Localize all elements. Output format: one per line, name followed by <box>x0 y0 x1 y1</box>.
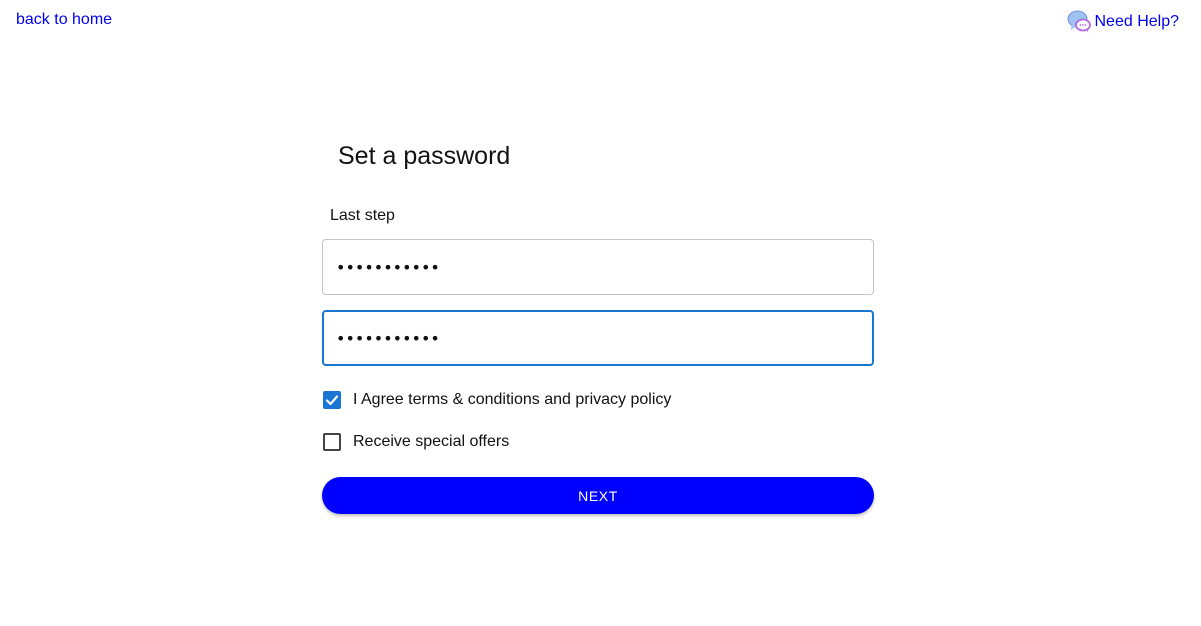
agree-terms-label: I Agree terms & conditions and privacy p… <box>353 391 672 408</box>
step-subtitle: Last step <box>330 207 395 224</box>
need-help-link[interactable]: Need Help? <box>1067 9 1180 34</box>
checkmark-icon <box>325 395 339 406</box>
set-password-page: back to home Need Help? Set a password L… <box>0 0 1201 626</box>
special-offers-label: Receive special offers <box>353 433 510 450</box>
special-offers-row[interactable]: Receive special offers <box>322 430 874 454</box>
password-field[interactable] <box>322 239 874 295</box>
password-form: Set a password Last step I Agree terms &… <box>322 135 874 514</box>
agree-terms-checkbox[interactable] <box>323 391 341 409</box>
agree-terms-row[interactable]: I Agree terms & conditions and privacy p… <box>322 388 874 412</box>
page-title: Set a password <box>338 142 511 170</box>
confirm-password-field[interactable] <box>322 310 874 366</box>
special-offers-checkbox[interactable] <box>323 433 341 451</box>
next-button[interactable]: NEXT <box>322 477 874 514</box>
need-help-label: Need Help? <box>1094 12 1180 30</box>
back-to-home-link[interactable]: back to home <box>16 11 112 29</box>
chat-bubbles-icon <box>1067 9 1092 34</box>
